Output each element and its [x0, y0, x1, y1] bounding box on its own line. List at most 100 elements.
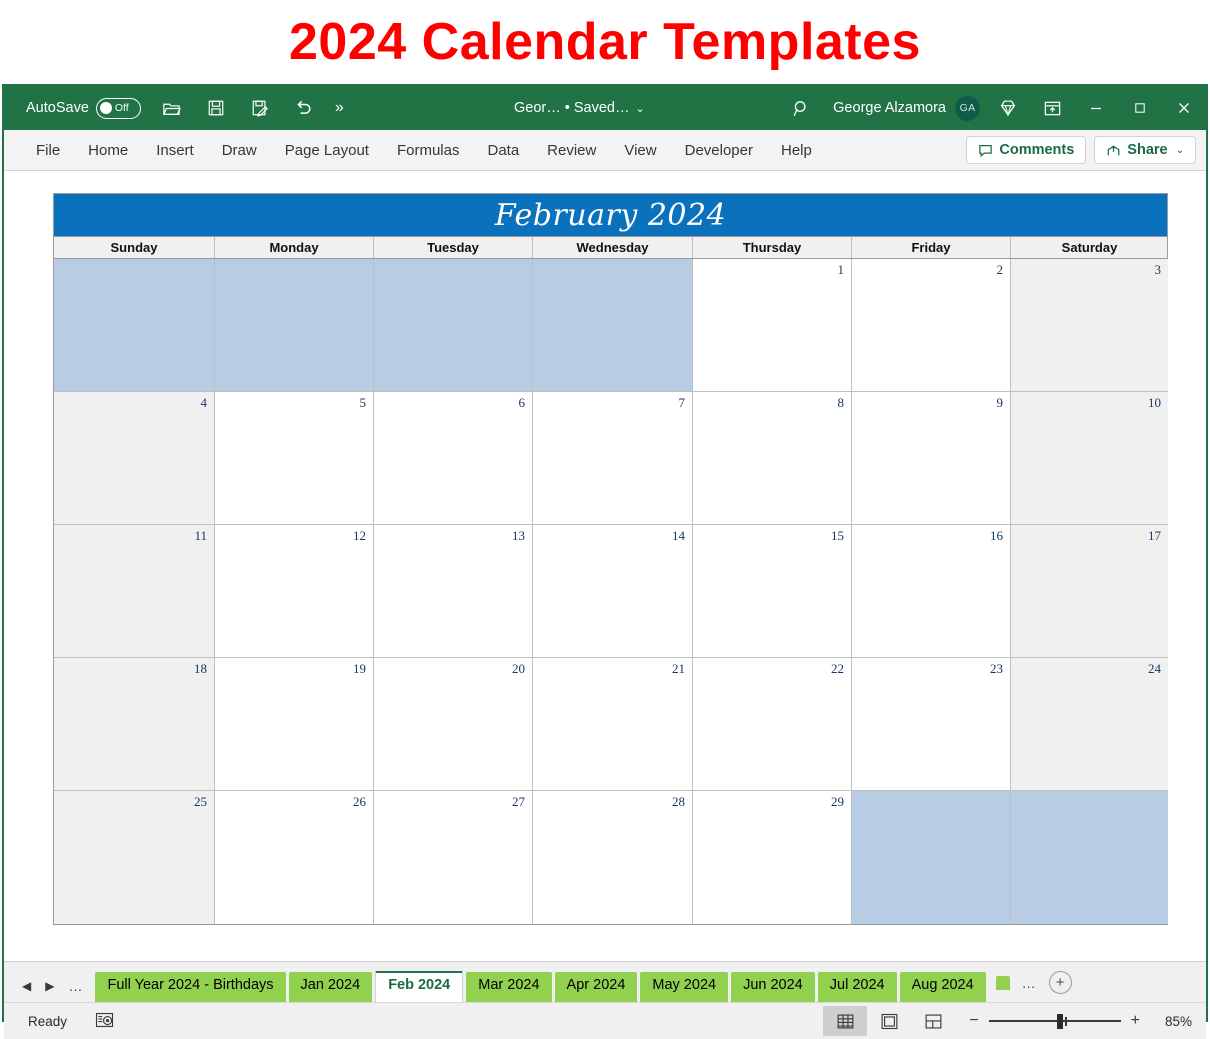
- calendar-day-cell[interactable]: 14: [533, 525, 693, 658]
- account-button[interactable]: George Alzamora GA: [823, 95, 986, 121]
- calendar-day-cell[interactable]: 26: [215, 791, 374, 924]
- sheet-tab[interactable]: Jan 2024: [288, 972, 373, 1002]
- day-number: 27: [512, 794, 525, 809]
- diamond-icon[interactable]: [986, 86, 1030, 130]
- calendar-day-cell[interactable]: 19: [215, 658, 374, 791]
- day-number: 23: [990, 661, 1003, 676]
- sheet-tab[interactable]: Mar 2024: [466, 972, 552, 1002]
- sheet-tab[interactable]: Feb 2024: [375, 971, 464, 1002]
- open-file-icon[interactable]: [155, 91, 189, 125]
- sheet-right-overflow-icon[interactable]: …: [1022, 976, 1037, 990]
- ribbon-tabs: File Home Insert Draw Page Layout Formul…: [22, 137, 826, 164]
- tab-page-layout[interactable]: Page Layout: [271, 137, 383, 164]
- tab-review[interactable]: Review: [533, 137, 610, 164]
- share-button[interactable]: Share ⌄: [1094, 136, 1196, 164]
- sheet-tab[interactable]: Jul 2024: [817, 972, 897, 1002]
- sheet-tab[interactable]: Full Year 2024 - Birthdays: [95, 972, 286, 1002]
- day-number: 1: [837, 262, 845, 277]
- search-icon[interactable]: [779, 91, 823, 125]
- calendar-day-cell[interactable]: 2: [852, 259, 1011, 392]
- ribbon-display-options-icon[interactable]: [1030, 86, 1074, 130]
- document-title-button[interactable]: Geor… • Saved… ⌄: [514, 100, 645, 116]
- calendar-day-cell[interactable]: 13: [374, 525, 533, 658]
- calendar-day-cell[interactable]: 24: [1011, 658, 1168, 791]
- calendar-day-cell[interactable]: [1011, 791, 1168, 924]
- calendar-day-cell[interactable]: 22: [693, 658, 852, 791]
- calendar-day-cell[interactable]: 12: [215, 525, 374, 658]
- autosave-switch[interactable]: Off: [95, 97, 141, 119]
- calendar-day-cell[interactable]: 4: [54, 392, 215, 525]
- calendar-day-cell[interactable]: [852, 791, 1011, 924]
- comments-button[interactable]: Comments: [966, 136, 1087, 164]
- zoom-slider-tick: [1065, 1016, 1067, 1026]
- autosave-toggle-group[interactable]: AutoSave Off: [26, 97, 141, 119]
- day-number: 11: [194, 528, 207, 543]
- calendar-day-cell[interactable]: [215, 259, 374, 392]
- zoom-in-button[interactable]: +: [1131, 1013, 1140, 1029]
- add-sheet-button[interactable]: +: [1048, 971, 1072, 994]
- page-break-preview-button[interactable]: [911, 1006, 955, 1036]
- sheet-tab[interactable]: Jun 2024: [731, 972, 815, 1002]
- quick-access-toolbar: »: [155, 91, 348, 125]
- page-layout-view-button[interactable]: [867, 1006, 911, 1036]
- undo-icon[interactable]: [287, 91, 321, 125]
- calendar-day-cell[interactable]: 25: [54, 791, 215, 924]
- comments-label: Comments: [999, 142, 1075, 158]
- tab-help[interactable]: Help: [767, 137, 826, 164]
- calendar-day-cell[interactable]: 28: [533, 791, 693, 924]
- calendar-day-cell[interactable]: 15: [693, 525, 852, 658]
- page-banner: 2024 Calendar Templates: [0, 0, 1210, 84]
- close-button[interactable]: [1162, 86, 1206, 130]
- tab-draw[interactable]: Draw: [208, 137, 271, 164]
- status-state-label: Ready: [28, 1013, 68, 1029]
- tab-formulas[interactable]: Formulas: [383, 137, 474, 164]
- tab-home[interactable]: Home: [74, 137, 142, 164]
- calendar-day-cell[interactable]: 11: [54, 525, 215, 658]
- sheet-tab-partial[interactable]: [995, 975, 1010, 990]
- next-sheet-icon[interactable]: ▶: [45, 980, 54, 992]
- zoom-level-label[interactable]: 85%: [1150, 1014, 1192, 1029]
- calendar-day-cell[interactable]: 10: [1011, 392, 1168, 525]
- calendar-day-cell[interactable]: [54, 259, 215, 392]
- calendar-day-cell[interactable]: 17: [1011, 525, 1168, 658]
- calendar-day-cell[interactable]: 18: [54, 658, 215, 791]
- calendar-day-cell[interactable]: 9: [852, 392, 1011, 525]
- calendar-day-cell[interactable]: [374, 259, 533, 392]
- calendar-day-cell[interactable]: 3: [1011, 259, 1168, 392]
- calendar-day-cell[interactable]: 8: [693, 392, 852, 525]
- tab-data[interactable]: Data: [473, 137, 533, 164]
- save-icon[interactable]: [199, 91, 233, 125]
- sheet-tab[interactable]: May 2024: [640, 972, 729, 1002]
- more-commands-icon[interactable]: »: [331, 100, 348, 116]
- calendar-day-cell[interactable]: [533, 259, 693, 392]
- zoom-slider-thumb[interactable]: [1057, 1013, 1064, 1029]
- maximize-button[interactable]: [1118, 86, 1162, 130]
- tab-insert[interactable]: Insert: [142, 137, 208, 164]
- calendar-day-cell[interactable]: 21: [533, 658, 693, 791]
- calendar-day-cell[interactable]: 23: [852, 658, 1011, 791]
- calendar-day-cell[interactable]: 6: [374, 392, 533, 525]
- calendar-day-cell[interactable]: 1: [693, 259, 852, 392]
- tab-view[interactable]: View: [610, 137, 670, 164]
- save-as-icon[interactable]: [243, 91, 277, 125]
- calendar-day-cell[interactable]: 29: [693, 791, 852, 924]
- minimize-button[interactable]: [1074, 86, 1118, 130]
- tab-file[interactable]: File: [22, 137, 74, 164]
- tab-developer[interactable]: Developer: [671, 137, 767, 164]
- calendar-day-cell[interactable]: 5: [215, 392, 374, 525]
- excel-app-screenshot: 2024 Calendar Templates AutoSave Off » G…: [0, 0, 1210, 1039]
- zoom-out-button[interactable]: −: [969, 1013, 978, 1029]
- accessibility-checker-icon[interactable]: [95, 1011, 114, 1032]
- zoom-slider[interactable]: [988, 1013, 1121, 1029]
- calendar-day-cell[interactable]: 7: [533, 392, 693, 525]
- sheet-tab[interactable]: Aug 2024: [899, 972, 986, 1002]
- day-number: 20: [512, 661, 525, 676]
- worksheet-area[interactable]: February 2024 Sunday Monday Tuesday Wedn…: [4, 171, 1206, 961]
- previous-sheet-icon[interactable]: ◀: [22, 980, 31, 992]
- calendar-day-cell[interactable]: 20: [374, 658, 533, 791]
- sheet-left-overflow-icon[interactable]: …: [68, 979, 83, 993]
- normal-view-button[interactable]: [823, 1006, 868, 1036]
- calendar-day-cell[interactable]: 27: [374, 791, 533, 924]
- sheet-tab[interactable]: Apr 2024: [554, 972, 638, 1002]
- calendar-day-cell[interactable]: 16: [852, 525, 1011, 658]
